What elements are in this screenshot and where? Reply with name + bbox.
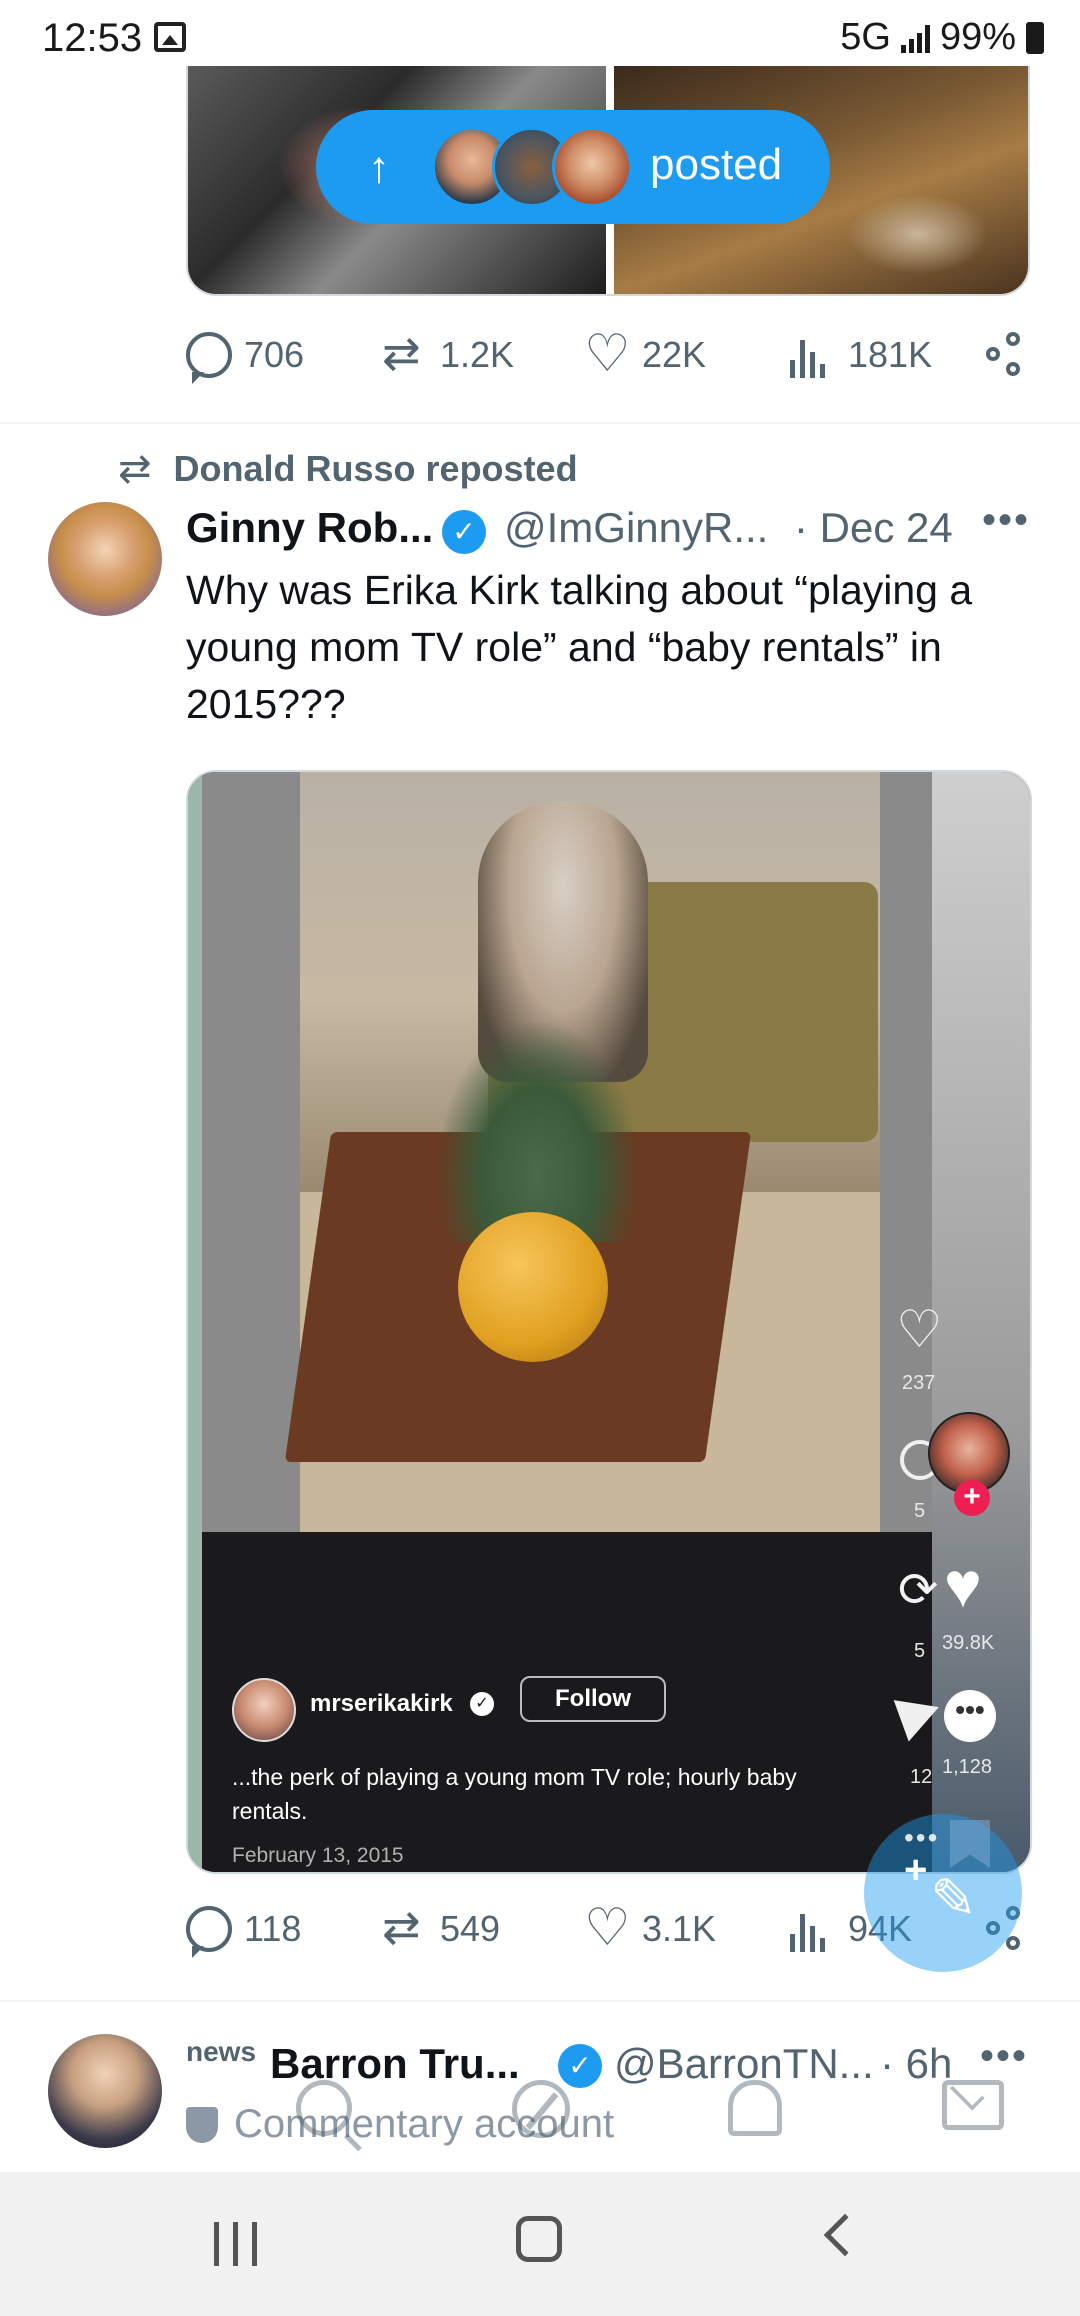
retweet-icon — [382, 326, 428, 380]
retweet-icon — [382, 1900, 428, 1954]
notifications-icon[interactable] — [728, 2080, 782, 2136]
author-avatar[interactable] — [48, 502, 162, 616]
status-time: 12:53 — [42, 16, 143, 60]
views-button[interactable]: 181K — [790, 332, 932, 378]
heart-icon — [584, 1898, 631, 1958]
reply-button[interactable]: 706 — [186, 332, 305, 384]
video-user-avatar — [232, 1678, 296, 1742]
search-icon[interactable] — [296, 2080, 352, 2136]
gallery-notification-icon — [154, 22, 186, 52]
video-heart-filled-icon: ♥ — [944, 1549, 982, 1621]
retweet-count: 1.2K — [440, 334, 515, 375]
views-icon — [790, 1906, 836, 1952]
verified-badge-icon: ✓ — [442, 510, 486, 554]
reply-icon — [186, 1906, 232, 1958]
plant-pot — [458, 1212, 608, 1362]
heart-icon — [584, 324, 631, 384]
reply-count: 118 — [244, 1908, 302, 1949]
new-posts-pill[interactable]: ↑ posted — [316, 110, 830, 224]
author-name[interactable]: Ginny Rob... — [186, 504, 433, 552]
reposted-by: Donald Russo reposted — [173, 448, 578, 489]
battery-icon — [1026, 21, 1044, 54]
repost-indicator[interactable]: ⇄ Donald Russo reposted — [118, 446, 578, 492]
compose-icon: ✎ — [930, 1867, 977, 1930]
follow-plus-icon: + — [954, 1480, 990, 1516]
video-chat-icon: ••• — [944, 1690, 996, 1742]
avatar — [552, 127, 632, 207]
retweet-button[interactable]: 1.2K — [382, 326, 515, 380]
back-button[interactable] — [823, 2213, 867, 2257]
like-count: 3.1K — [642, 1908, 717, 1949]
video-like-count: 237 — [902, 1372, 936, 1394]
tweet-header: Ginny Rob... ✓ @ImGinnyR... · Dec 24 ••• — [186, 498, 1036, 556]
views-icon — [790, 332, 836, 378]
like-button[interactable]: 3.1K — [584, 1898, 717, 1958]
like-count: 22K — [642, 334, 707, 375]
status-bar: 12:53 5G 99% — [0, 0, 1080, 66]
reply-button[interactable]: 118 — [186, 1906, 302, 1958]
signal-icon — [900, 23, 930, 53]
view-count: 181K — [848, 334, 933, 375]
posted-label: posted — [650, 140, 783, 189]
video-big-like-count: 39.8K — [942, 1632, 995, 1654]
prev-tweet-actions: 706 1.2K 22K 181K — [186, 324, 1036, 392]
video-caption: ...the perk of playing a young mom TV ro… — [232, 1764, 797, 1824]
like-button[interactable]: 22K — [584, 324, 707, 384]
plus-icon: + — [904, 1848, 928, 1892]
home-button[interactable] — [516, 2216, 562, 2262]
author-handle[interactable]: @ImGinnyR... — [504, 504, 768, 552]
video-more-icon: ••• — [904, 1822, 940, 1853]
recent-apps-button[interactable] — [214, 2222, 257, 2266]
battery-level: 99% — [939, 16, 1016, 58]
arrow-up-icon: ↑ — [368, 143, 390, 192]
compose-button[interactable]: + ✎ — [864, 1814, 1022, 1972]
share-button[interactable] — [986, 332, 1032, 378]
more-options-icon[interactable]: ••• — [982, 498, 1030, 543]
tweet-text: Why was Erika Kirk talking about “playin… — [186, 567, 973, 727]
video-big-comment-count: 1,128 — [942, 1756, 993, 1778]
video-date: February 13, 2015 — [232, 1844, 404, 1867]
retweet-icon: ⇄ — [118, 447, 152, 491]
tweet-date[interactable]: · Dec 24 — [794, 504, 953, 552]
status-indicators: 5G 99% — [840, 16, 1044, 59]
reply-count: 706 — [244, 334, 305, 375]
share-icon — [986, 332, 1032, 378]
network-label: 5G — [840, 16, 891, 58]
retweet-button[interactable]: 549 — [382, 1900, 501, 1954]
reply-icon — [186, 332, 232, 384]
video-repost-icon: ⟳ — [898, 1564, 939, 1617]
video-repost-count: 5 — [914, 1640, 926, 1662]
video-heart-icon: ♡ — [896, 1301, 943, 1359]
video-share-count: 12 — [910, 1766, 933, 1788]
divider — [0, 2000, 1080, 2002]
video-follow-button: Follow — [520, 1676, 666, 1722]
divider — [0, 422, 1080, 424]
video-username: mrserikakirk — [310, 1690, 453, 1717]
video-comment-count: 5 — [914, 1500, 926, 1522]
system-navigation-bar — [0, 2172, 1080, 2316]
explore-icon[interactable] — [512, 2080, 570, 2138]
messages-icon[interactable] — [942, 2080, 1004, 2130]
bottom-navigation — [0, 2028, 1080, 2172]
video-verified-icon: ✓ — [470, 1692, 494, 1716]
tweet-video[interactable]: ♡ 237 5 + ⟳ ♥ 5 39.8K ••• 12 1,128 mrser… — [186, 770, 1032, 1874]
retweet-count: 549 — [440, 1908, 501, 1949]
